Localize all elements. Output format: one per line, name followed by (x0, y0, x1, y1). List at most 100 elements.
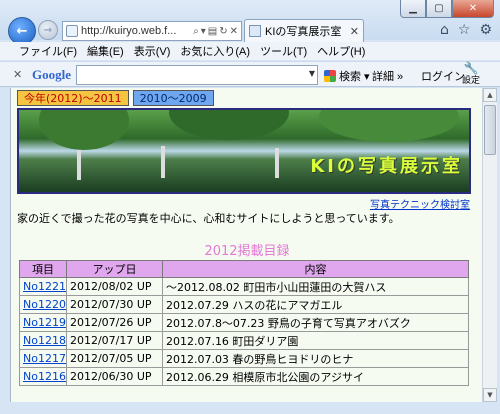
date-cell: 2012/07/05 UP (65, 349, 163, 368)
tab-close-icon[interactable]: ✕ (350, 25, 359, 38)
banner-foliage (319, 110, 459, 142)
item-no-link[interactable]: No1219 (23, 316, 66, 329)
dropdown-icon[interactable]: ▾ (201, 26, 206, 37)
catalog-table: 項目 アップ日 内容 No1221 2012/08/02 UP 〜2012.08… (19, 260, 470, 386)
date-cell: 2012/07/17 UP (65, 331, 163, 350)
year-tabs: 今年(2012)〜2011 2010〜2009 (17, 90, 214, 106)
menu-help[interactable]: ヘルプ(H) (312, 43, 370, 59)
menu-edit[interactable]: 編集(E) (82, 43, 129, 59)
item-no-cell: No1220 (19, 295, 67, 314)
scroll-up-icon[interactable]: ▲ (483, 88, 497, 102)
home-icon[interactable]: ⌂ (440, 22, 449, 38)
login-button[interactable]: ログイン (421, 68, 465, 84)
favorites-star-icon[interactable]: ☆ (458, 22, 471, 38)
close-button[interactable]: ✕ (452, 0, 494, 18)
table-row: No1220 2012/07/30 UP 2012.07.29 ハスの花にアマガ… (19, 295, 470, 314)
compat-view-icon[interactable]: ▤ (208, 26, 217, 37)
tab-current-year[interactable]: 今年(2012)〜2011 (17, 90, 129, 106)
intro-text: 家の近くで撮った花の写真を中心に、心和むサイトにしようと思っています。 (17, 212, 400, 225)
item-no-link[interactable]: No1221 (23, 280, 66, 293)
page-icon (66, 25, 78, 37)
table-header-row: 項目 アップ日 内容 (19, 260, 470, 278)
content-cell: 2012.06.29 相模原市北公園のアジサイ (161, 367, 470, 386)
header-date: アップ日 (65, 260, 163, 278)
header-content: 内容 (161, 260, 470, 278)
maximize-button[interactable]: ▢ (426, 0, 452, 18)
tab-title: KIの写真展示室 (265, 26, 342, 38)
search-icon[interactable]: ⌕ (193, 26, 199, 37)
google-search-input[interactable]: ▼ (76, 65, 318, 85)
address-bar[interactable]: http://kuiryo.web.f... ⌕ ▾ ▤ ↻ ✕ (62, 21, 242, 41)
table-row: No1217 2012/07/05 UP 2012.07.03 春の野鳥ヒヨドリ… (19, 349, 470, 368)
vertical-scrollbar[interactable]: ▲ ▼ (482, 88, 497, 402)
back-arrow-icon: ← (16, 23, 28, 39)
banner-trunk (275, 148, 279, 178)
content-cell: 2012.07.29 ハスの花にアマガエル (161, 295, 470, 314)
banner-title: KIの写真展示室 (310, 156, 463, 177)
table-row: No1221 2012/08/02 UP 〜2012.08.02 町田市小山田蓮… (19, 277, 470, 296)
content-cell: 2012.07.8〜07.23 野鳥の子育て写真アオバズク (161, 313, 470, 332)
item-no-link[interactable]: No1217 (23, 352, 66, 365)
item-no-cell: No1217 (19, 349, 67, 368)
content-cell: 2012.07.16 町田ダリア園 (161, 331, 470, 350)
item-no-link[interactable]: No1216 (23, 370, 66, 383)
banner-foliage (39, 110, 129, 150)
address-url[interactable]: http://kuiryo.web.f... (81, 25, 190, 37)
browser-window: ← → http://kuiryo.web.f... ⌕ ▾ ▤ ↻ ✕ KIの… (0, 0, 500, 414)
item-no-cell: No1221 (19, 277, 67, 296)
menu-tools[interactable]: ツール(T) (255, 43, 312, 59)
banner-foliage (169, 110, 289, 140)
date-cell: 2012/07/26 UP (65, 313, 163, 332)
tab-page-icon (249, 25, 261, 37)
toolbar-close-icon[interactable]: ✕ (13, 68, 22, 81)
photo-technique-link[interactable]: 写真テクニック検討室 (370, 196, 470, 211)
table-row: No1216 2012/06/30 UP 2012.06.29 相模原市北公園の… (19, 367, 470, 386)
menu-file[interactable]: ファイル(F) (14, 43, 82, 59)
google-toolbar: ✕ Google ▼ 検索 ▾ 詳細 » ログイン 🔧 設定 (0, 61, 500, 87)
item-no-link[interactable]: No1218 (23, 334, 66, 347)
scroll-thumb[interactable] (484, 105, 496, 155)
google-logo: Google (32, 67, 71, 82)
search-label: 検索 (339, 71, 361, 83)
list-title: 2012掲載目録 (204, 244, 290, 259)
title-bar: ← → http://kuiryo.web.f... ⌕ ▾ ▤ ↻ ✕ KIの… (0, 0, 500, 45)
back-button[interactable]: ← (8, 17, 36, 45)
item-no-cell: No1216 (19, 367, 67, 386)
content-cell: 〜2012.08.02 町田市小山田蓮田の大賀ハス (161, 277, 470, 296)
item-no-cell: No1219 (19, 313, 67, 332)
browser-tab[interactable]: KIの写真展示室 ✕ (244, 19, 364, 42)
minimize-button[interactable]: ▁ (400, 0, 426, 18)
forward-button[interactable]: → (38, 20, 58, 40)
table-row: No1218 2012/07/17 UP 2012.07.16 町田ダリア園 (19, 331, 470, 350)
settings-label: 設定 (462, 75, 481, 85)
table-row: No1219 2012/07/26 UP 2012.07.8〜07.23 野鳥の… (19, 313, 470, 332)
banner-image: KIの写真展示室 (17, 108, 471, 194)
item-no-link[interactable]: No1220 (23, 298, 66, 311)
scroll-down-icon[interactable]: ▼ (483, 388, 497, 402)
google-search-button[interactable]: 検索 ▾ (324, 68, 370, 84)
status-bar (0, 402, 500, 414)
date-cell: 2012/07/30 UP (65, 295, 163, 314)
menu-view[interactable]: 表示(V) (129, 43, 176, 59)
header-item: 項目 (19, 260, 67, 278)
google-icon (324, 70, 336, 82)
date-cell: 2012/06/30 UP (65, 367, 163, 386)
chevron-down-icon: ▾ (364, 70, 370, 83)
more-button[interactable]: 詳細 » (372, 68, 403, 84)
wrench-icon: 🔧 (463, 61, 479, 75)
refresh-icon[interactable]: ↻ (219, 26, 227, 37)
menu-favorites[interactable]: お気に入り(A) (175, 43, 255, 59)
item-no-cell: No1218 (19, 331, 67, 350)
content-cell: 2012.07.03 春の野鳥ヒヨドリのヒナ (161, 349, 470, 368)
search-dropdown-icon[interactable]: ▼ (309, 69, 315, 78)
banner-trunk (161, 146, 165, 178)
date-cell: 2012/08/02 UP (65, 277, 163, 296)
stop-icon[interactable]: ✕ (230, 26, 238, 37)
forward-arrow-icon: → (43, 24, 53, 36)
page-content: 今年(2012)〜2011 2010〜2009 KIの写真展示室 写真テクニック… (10, 88, 482, 402)
tab-2010-2009[interactable]: 2010〜2009 (132, 90, 214, 106)
settings-button[interactable]: 🔧 設定 (462, 61, 481, 86)
menu-bar: ファイル(F) 編集(E) 表示(V) お気に入り(A) ツール(T) ヘルプ(… (0, 42, 500, 60)
tools-gear-icon[interactable]: ⚙ (479, 22, 492, 38)
banner-trunk (77, 150, 81, 180)
